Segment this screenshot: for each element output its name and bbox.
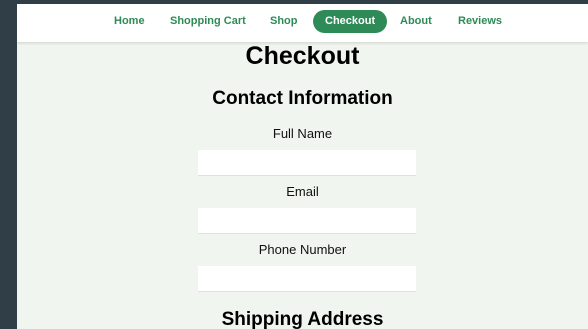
email-label: Email	[286, 184, 319, 199]
nav-home-link[interactable]: Home	[114, 15, 145, 27]
nav-shop-link[interactable]: Shop	[270, 15, 298, 27]
phone-number-label: Phone Number	[258, 242, 347, 257]
page-title: Checkout	[245, 42, 360, 70]
full-name-label: Full Name	[272, 126, 333, 141]
nav-about-link[interactable]: About	[400, 15, 432, 27]
nav-checkout-link[interactable]: Checkout	[313, 10, 388, 33]
contact-information-heading: Contact Information	[212, 88, 393, 109]
top-navbar: Home Shopping Cart Shop Checkout About R…	[17, 4, 588, 42]
nav-shopping-cart-link[interactable]: Shopping Cart	[170, 15, 246, 27]
page-frame: Home Shopping Cart Shop Checkout About R…	[17, 4, 588, 329]
email-input[interactable]	[198, 208, 416, 233]
full-name-input[interactable]	[198, 150, 416, 175]
shipping-address-heading: Shipping Address	[221, 309, 384, 329]
nav-reviews-link[interactable]: Reviews	[458, 15, 502, 27]
phone-number-input[interactable]	[198, 266, 416, 291]
